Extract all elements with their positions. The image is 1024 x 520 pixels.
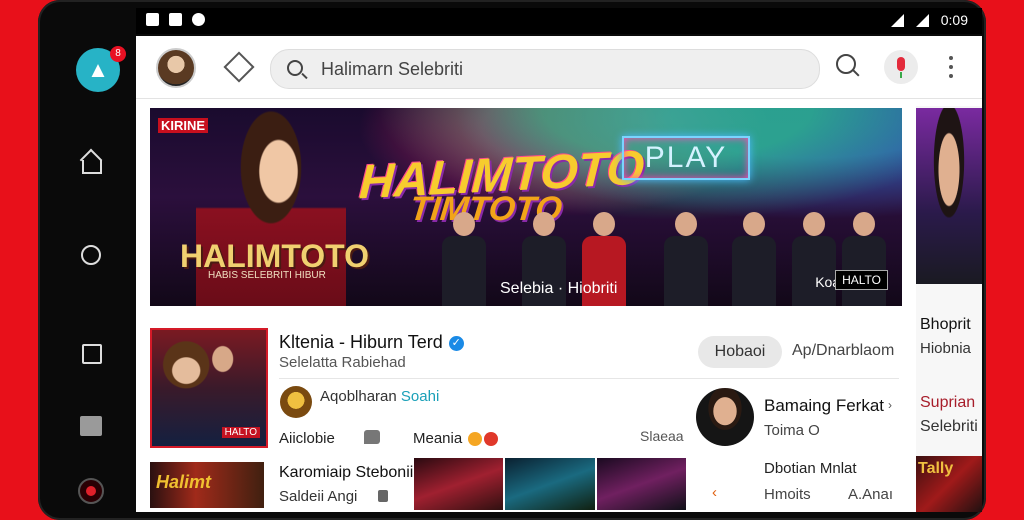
bottom-thumb-text: Halimt [156,472,212,492]
chevron-right-icon[interactable]: › [888,398,892,412]
emoji-icon [468,432,483,447]
strip-thumb-3[interactable] [596,458,686,510]
channel-thumbnail[interactable]: HALTO [150,328,268,448]
row-left-label: Aiiclobie [279,430,335,447]
peek-title-1: Bhoprit [920,316,971,333]
bottom-right-line-2: Hmoits [764,486,811,503]
notification-badge: 8 [110,46,126,62]
banner-name-sub: HABIS SELEBRITI HIBUR [208,270,326,281]
bottom-item-subtitle: Saldeii Angi [279,488,358,505]
search-query: Halimarn Selebriti [321,59,464,79]
file-icon [169,13,182,26]
channel-subtitle: Selelatta Rabiehad [279,354,406,371]
peek-title-4: Selebriti [920,418,978,435]
verified-icon: ✓ [448,335,464,351]
chevron-left-icon[interactable]: ‹ [712,484,717,501]
status-time: 0:09 [940,12,968,28]
notification-icon [146,13,159,26]
strip-thumb-1[interactable] [414,458,504,510]
featured-avatar[interactable] [696,388,754,446]
banner-mini-tag: HALTO [835,270,888,290]
home-icon[interactable] [78,150,104,176]
row-right-label: Slaeaa [640,428,684,444]
secondary-button[interactable]: Ap/Dnarblaom [792,342,894,360]
wifi-icon [890,13,904,27]
explore-icon[interactable] [223,51,255,83]
more-options-icon[interactable] [948,56,954,78]
banner-caption: Selebia · Hiobriti [500,280,618,297]
right-peek-card[interactable]: Bhoprit Hiobnia Suprian Selebriti Tally [916,106,982,512]
channel-name[interactable]: Kltenia - Hiburn Terd ✓ [279,332,464,353]
strip-thumb-2[interactable] [505,458,595,510]
thumbnail-strip[interactable] [414,458,686,510]
emoji-angry-icon [484,432,499,447]
record-icon[interactable] [78,478,104,504]
hobaoi-button[interactable]: Hobaoi [698,336,782,368]
nav-rail: ▲ 8 [40,30,136,512]
lock-icon [378,490,388,502]
profile-avatar[interactable] [156,48,196,88]
circle-icon[interactable] [78,242,104,268]
bottom-thumbnail[interactable]: Halimt [150,462,264,508]
featured-title[interactable]: Bamaing Ferkat [764,396,884,416]
peek-thumbnail[interactable]: Tally [916,456,982,512]
square-icon[interactable] [78,340,104,366]
banner-tag: KIRINE [158,118,209,133]
stop-icon[interactable] [78,414,104,440]
search-icon [287,60,303,76]
search-button[interactable] [836,54,856,74]
featured-subtitle: Toima O [764,422,820,439]
g-icon [192,13,205,26]
peek-title-2: Hiobnia [920,340,971,357]
row-mid-label: Meania [413,430,499,447]
status-bar: 0:09 [136,8,982,34]
peek-title-3: Suprian [920,394,976,411]
bottom-right-line-1: Dbotian Mnlat [764,460,857,477]
comment-avatar[interactable] [280,386,312,418]
chat-icon[interactable] [364,430,380,444]
bottom-right-line-3: A.Anaı [848,486,894,503]
bottom-item-title[interactable]: Karomiaip Stebonii [279,464,413,482]
top-bar: Halimarn Selebriti [136,36,982,99]
hero-banner[interactable]: KIRINE HALIMTOTO TIMTOTO PLAY HALIMTOTO … [150,108,902,306]
channel-name-text: Kltenia - Hiburn Terd [279,332,443,352]
comment-author-name: Aqoblharan [320,388,397,405]
banner-neon-logo: PLAY [622,136,750,180]
comment-highlight: Soahi [400,388,440,405]
peek-thumb-text: Tally [918,460,954,477]
divider [279,378,899,379]
signal-icon [915,13,929,27]
peek-photo [916,108,982,284]
comment-author[interactable]: Aqoblharan Soahi [320,388,439,405]
mic-button[interactable] [884,50,918,84]
row-mid-text: Meania [413,430,463,447]
search-input[interactable]: Halimarn Selebriti [270,49,820,89]
channel-thumb-label: HALTO [221,427,260,438]
app-screen: Halimarn Selebriti KIRINE HALIMTOTO TIMT… [136,36,982,512]
